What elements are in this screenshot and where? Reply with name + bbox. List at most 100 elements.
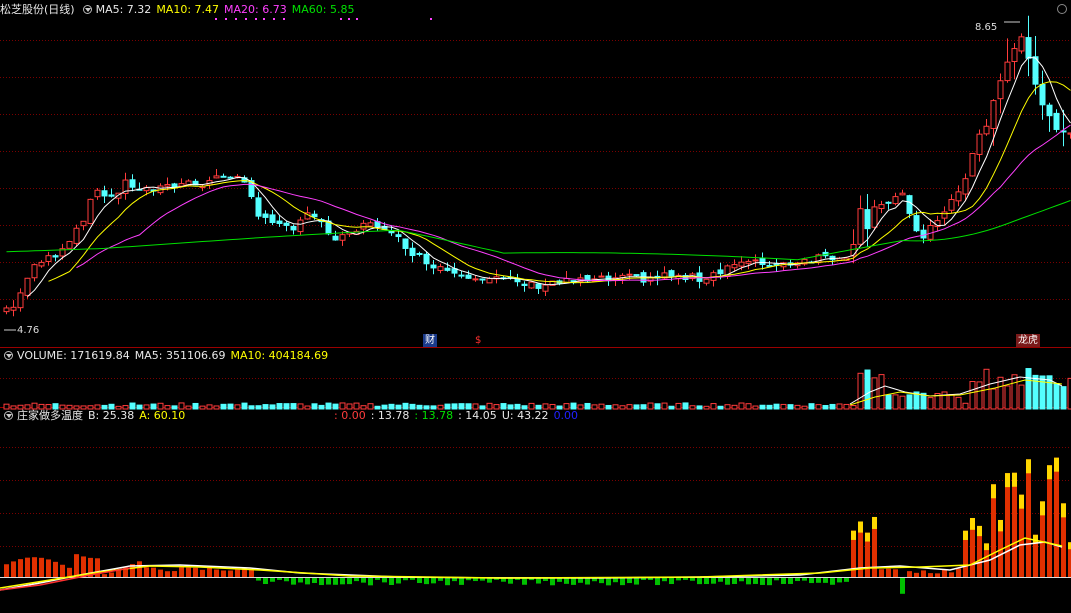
close-icon[interactable] [1057, 4, 1067, 14]
volume-bar-139 [976, 381, 983, 410]
indicator-bar-132 [928, 573, 933, 577]
volume-bar-128 [899, 395, 906, 410]
volume-ma5-value: MA5: 351106.69 [134, 349, 226, 362]
volume-bar-147 [1032, 374, 1039, 410]
indicator-negbar-47 [333, 577, 338, 585]
volume-bar-42 [297, 403, 304, 410]
candle-body-141 [990, 100, 997, 129]
indicator-negbar-103 [725, 577, 730, 585]
indicator-bar-cap-123 [865, 532, 870, 542]
candle-body-68 [479, 278, 486, 281]
volume-bar-38 [269, 404, 276, 410]
indicator-negbar-104 [732, 577, 737, 584]
candle-body-77 [542, 284, 549, 292]
volume-bar-39 [276, 403, 283, 410]
volume-bar-43 [304, 405, 311, 410]
candle-body-140 [983, 125, 990, 135]
candle-body-9 [66, 241, 73, 249]
indicator-values: : 0.00: 13.78: 13.78: 14.05 U: 43.22 0.00 [334, 409, 583, 423]
header-dot-1 [225, 18, 227, 20]
volume-value: VOLUME: 171619.84 [17, 349, 130, 362]
indicator-negbar-60 [424, 577, 429, 585]
indicator-bar-cap-121 [851, 530, 856, 540]
indicator-negbar-93 [655, 577, 660, 586]
indicator-negbar-43 [305, 577, 310, 585]
indicator-bar-cap-124 [872, 516, 877, 529]
candle-body-131 [920, 229, 927, 239]
indicator-bar-cap-144 [1012, 472, 1017, 487]
volume-bar-148 [1039, 375, 1046, 410]
dividend-tag[interactable]: $ [473, 334, 483, 347]
volume-bar-83 [584, 402, 591, 410]
volume-bar-37 [262, 404, 269, 410]
volume-bar-87 [612, 404, 619, 410]
candle-body-59 [416, 252, 423, 255]
candle-body-142 [997, 80, 1004, 100]
indicator-negbar-107 [753, 577, 758, 584]
candle-body-48 [339, 234, 346, 241]
volume-bar-143 [1004, 385, 1011, 410]
indicator-negbar-49 [347, 577, 352, 585]
candle-body-150 [1053, 112, 1060, 130]
indicator-negbar-41 [291, 577, 296, 585]
indicator-bar-31 [221, 570, 226, 577]
volume-bar-113 [794, 404, 801, 410]
indicator-bar-143 [1005, 473, 1010, 577]
volume-bar-102 [717, 405, 724, 410]
volume-bar-114 [801, 405, 808, 410]
candle-body-41 [290, 225, 297, 231]
header-dot-0 [215, 18, 217, 20]
volume-bar-127 [892, 394, 899, 410]
volume-dropdown-icon[interactable] [4, 351, 13, 360]
candle-body-107 [752, 259, 759, 262]
indicator-negbar-101 [711, 577, 716, 584]
financial-report-tag[interactable]: 财 [423, 334, 437, 347]
candle-body-75 [528, 281, 535, 289]
candle-body-127 [892, 196, 899, 205]
volume-bar-109 [766, 404, 773, 410]
candle-body-31 [220, 175, 227, 178]
indicator-bar-149 [1047, 465, 1052, 577]
candle-body-105 [738, 261, 745, 267]
volume-bar-93 [654, 403, 661, 410]
chart-canvas[interactable] [0, 0, 1071, 613]
indicator-bar-26 [186, 567, 191, 577]
settings-dropdown-icon[interactable] [82, 5, 92, 14]
volume-bar-45 [318, 404, 325, 410]
indicator-v4: : 14.05 [458, 409, 497, 422]
indicator-bar-125 [879, 569, 884, 577]
ma20-line [76, 124, 1071, 282]
indicator-u-value: U: 43.22 [501, 409, 549, 422]
volume-bar-136 [955, 396, 962, 410]
volume-bar-35 [248, 405, 255, 410]
volume-bar-137 [962, 402, 969, 410]
indicator-name: 庄家做多温度 [17, 409, 83, 422]
header-dot-9 [348, 18, 350, 20]
indicator-bar-136 [956, 568, 961, 577]
indicator-negbar-99 [697, 577, 702, 585]
dragon-tiger-list-tag[interactable]: 龙虎 [1016, 334, 1040, 347]
indicator-dropdown-icon[interactable] [4, 411, 13, 420]
indicator-bar-32 [228, 570, 233, 577]
candle-body-4 [31, 264, 38, 279]
candle-body-13 [94, 189, 101, 198]
indicator-bar-3 [25, 557, 30, 577]
indicator-bar-150 [1054, 457, 1059, 577]
header-dot-3 [245, 18, 247, 20]
volume-bar-92 [647, 402, 654, 410]
indicator-bar-27 [193, 567, 198, 577]
indicator-negbar-95 [669, 577, 674, 585]
candle-body-69 [486, 278, 493, 284]
candle-body-138 [969, 152, 976, 177]
indicator-v5: 0.00 [553, 409, 579, 422]
volume-bar-121 [850, 405, 857, 410]
indicator-bar-25 [179, 567, 184, 577]
indicator-v1: : 0.00 [334, 409, 366, 422]
indicator-bar-30 [214, 569, 219, 577]
candle-body-30 [213, 175, 220, 179]
volume-bar-120 [843, 403, 850, 410]
volume-bar-86 [605, 404, 612, 410]
candle-body-122 [857, 208, 864, 245]
indicator-bar-131 [921, 570, 926, 577]
candle-body-143 [1004, 61, 1011, 82]
